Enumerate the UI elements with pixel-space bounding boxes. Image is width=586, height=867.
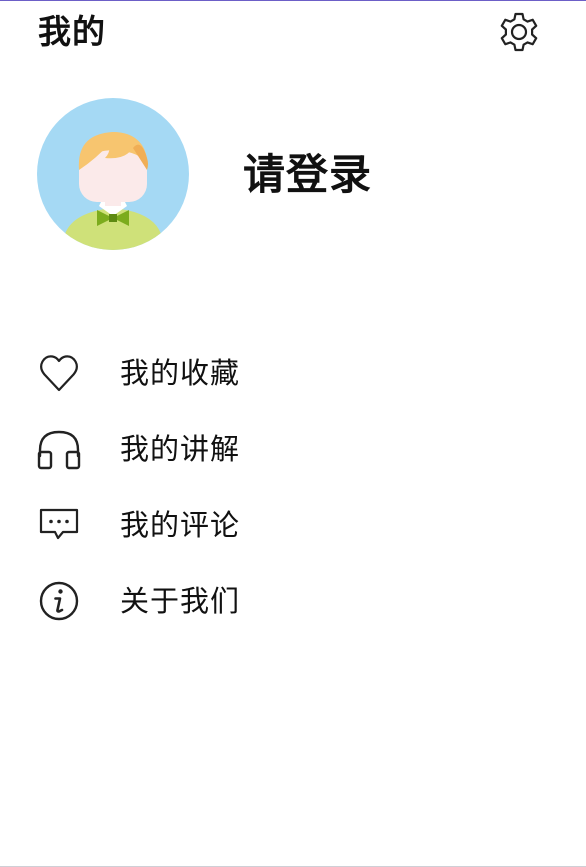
top-accent-rule: [0, 0, 586, 1]
page-title: 我的: [38, 12, 106, 51]
menu-item-label: 关于我们: [120, 584, 241, 618]
menu-item-label: 我的收藏: [120, 356, 241, 390]
menu-item-label: 我的讲解: [120, 432, 241, 466]
headphones-icon: [36, 426, 82, 472]
login-link[interactable]: 请登录: [243, 148, 372, 202]
menu-item-label: 我的评论: [120, 508, 241, 542]
info-icon: [36, 578, 82, 624]
gear-icon: [500, 12, 538, 52]
avatar[interactable]: [37, 98, 189, 250]
menu-item-about-us[interactable]: 关于我们: [0, 564, 586, 634]
heart-icon: [36, 350, 82, 396]
settings-button[interactable]: [495, 8, 543, 56]
menu-item-comments[interactable]: 我的评论: [0, 488, 586, 558]
comment-icon: [36, 502, 82, 548]
cartoon-boy-avatar-icon: [37, 98, 189, 250]
menu-item-explanations[interactable]: 我的讲解: [0, 412, 586, 482]
menu-item-favorites[interactable]: 我的收藏: [0, 336, 586, 406]
